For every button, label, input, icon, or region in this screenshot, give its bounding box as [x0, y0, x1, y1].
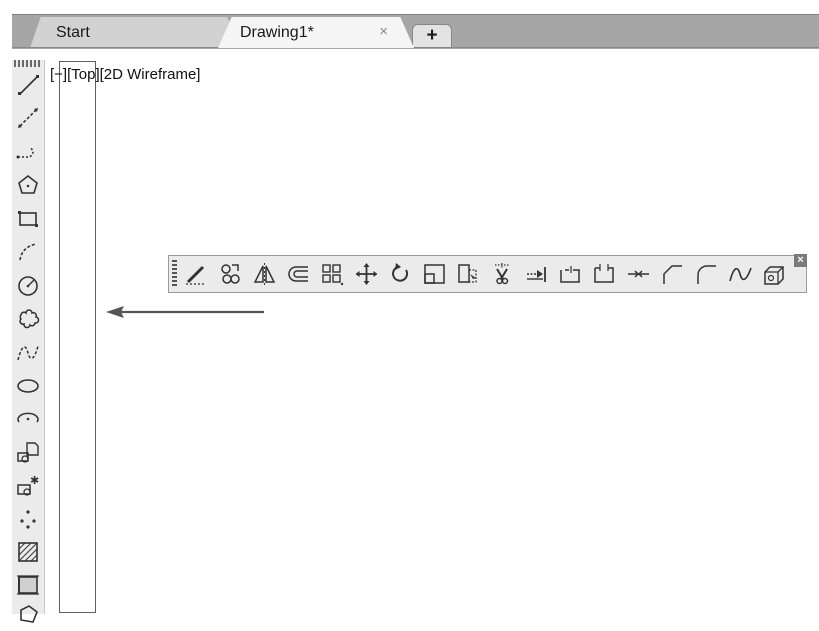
break-at-point-icon[interactable]	[557, 260, 584, 288]
extend-icon[interactable]	[523, 260, 550, 288]
drag-direction-arrow-icon	[106, 306, 264, 318]
gradient-icon[interactable]	[15, 572, 41, 598]
toolbar-grip[interactable]	[14, 60, 42, 67]
make-block-icon[interactable]: ✱	[15, 473, 41, 499]
tab-start-label: Start	[56, 23, 90, 41]
draw-toolbar: ✱	[12, 60, 45, 623]
toolbar-close-icon[interactable]: ×	[794, 254, 807, 267]
revision-cloud-icon[interactable]	[15, 306, 41, 332]
arc-icon[interactable]	[15, 239, 41, 265]
move-icon[interactable]	[353, 260, 380, 288]
break-icon[interactable]	[591, 260, 618, 288]
viewport-controls-label[interactable]: [−][Top][2D Wireframe]	[50, 66, 200, 83]
blend-curves-icon[interactable]	[727, 260, 754, 288]
copy-icon[interactable]	[217, 260, 244, 288]
region-icon[interactable]	[15, 600, 41, 626]
document-tab-bar: Start Drawing1* × +	[0, 0, 819, 49]
mirror-icon[interactable]	[251, 260, 278, 288]
tab-divider	[12, 47, 819, 48]
ellipse-icon[interactable]	[15, 373, 41, 399]
fillet-icon[interactable]	[693, 260, 720, 288]
polyline-icon[interactable]	[15, 138, 41, 164]
dock-target-outline	[59, 61, 96, 613]
join-icon[interactable]	[625, 260, 652, 288]
polygon-icon[interactable]	[15, 172, 41, 198]
new-tab-button[interactable]: +	[412, 24, 452, 48]
toolbar-grip[interactable]	[172, 260, 177, 288]
rectangle-icon[interactable]	[15, 206, 41, 232]
construction-line-icon[interactable]	[15, 105, 41, 131]
stretch-icon[interactable]	[455, 260, 482, 288]
ellipse-arc-icon[interactable]	[15, 406, 41, 432]
tab-drawing1-label: Drawing1*	[240, 23, 314, 41]
insert-block-icon[interactable]	[15, 440, 41, 466]
chamfer-icon[interactable]	[659, 260, 686, 288]
scale-icon[interactable]	[421, 260, 448, 288]
modify-toolbar[interactable]: ×	[168, 254, 807, 293]
close-tab-icon[interactable]: ×	[379, 23, 388, 40]
hatch-icon[interactable]	[15, 539, 41, 565]
explode-icon[interactable]	[761, 260, 788, 288]
array-icon[interactable]	[319, 260, 346, 288]
trim-icon[interactable]	[489, 260, 516, 288]
line-icon[interactable]	[15, 72, 41, 98]
tab-drawing1[interactable]: Drawing1* ×	[218, 17, 414, 48]
rotate-icon[interactable]	[387, 260, 414, 288]
offset-icon[interactable]	[285, 260, 312, 288]
erase-icon[interactable]	[183, 260, 210, 288]
tab-start[interactable]: Start	[30, 17, 244, 48]
circle-icon[interactable]	[15, 273, 41, 299]
svg-text:✱: ✱	[30, 474, 39, 487]
point-icon[interactable]	[15, 506, 41, 532]
spline-icon[interactable]	[15, 340, 41, 366]
